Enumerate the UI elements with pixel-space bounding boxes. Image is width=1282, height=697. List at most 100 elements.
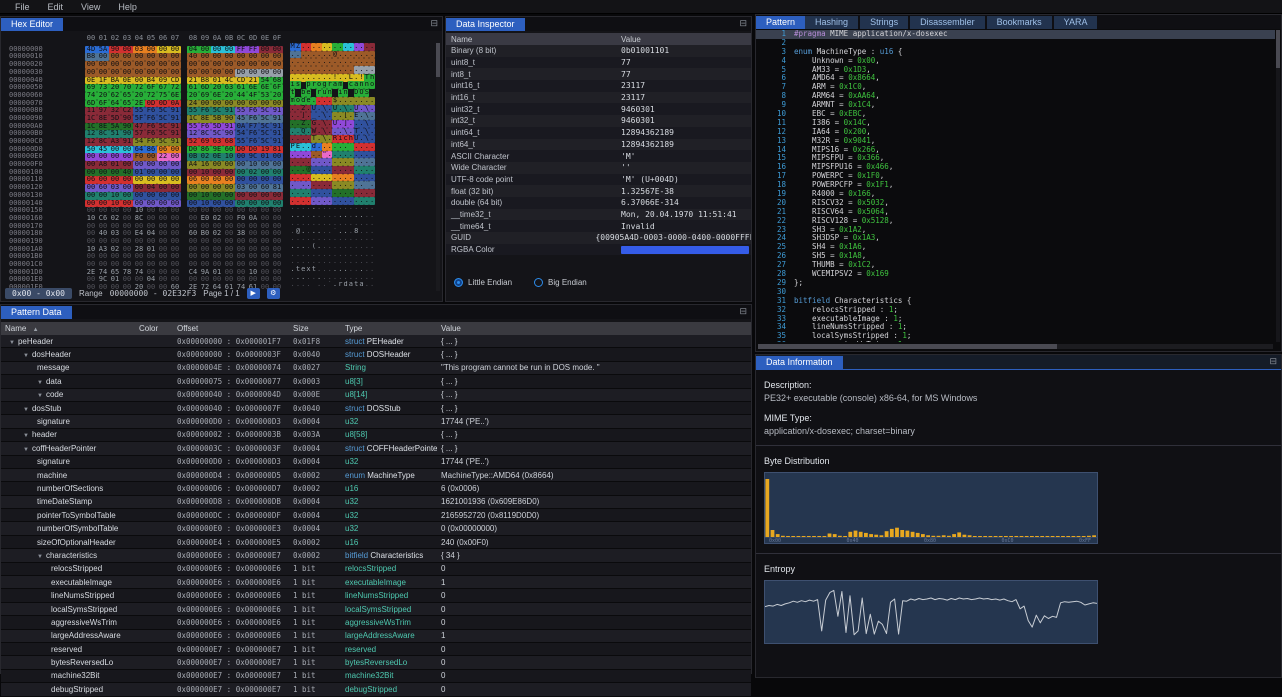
pattern-row[interactable]: signature0x000000D0 : 0x000000D30x0004u3… bbox=[1, 456, 751, 469]
ascii-char[interactable]: . bbox=[316, 97, 321, 105]
ascii-char[interactable]: $ bbox=[332, 97, 337, 105]
ascii-char[interactable]: ` bbox=[332, 228, 337, 236]
hex-row[interactable]: 000000A01C8E5A9047F65C9155F65D910AF75C91… bbox=[1, 120, 375, 128]
inspector-value[interactable]: 'M' (U+004D) bbox=[621, 175, 679, 184]
ascii-char[interactable]: . bbox=[295, 58, 300, 66]
inspector-value[interactable]: Invalid bbox=[621, 222, 655, 231]
pattern-row[interactable]: message0x0000004E : 0x000000740x0027Stri… bbox=[1, 362, 751, 375]
ascii-char[interactable]: h bbox=[348, 135, 353, 143]
ascii-char[interactable]: R bbox=[332, 135, 337, 143]
ascii-char[interactable]: . bbox=[316, 112, 321, 120]
ascii-char[interactable]: . bbox=[369, 189, 374, 197]
ascii-char[interactable]: o bbox=[295, 97, 300, 105]
hex-row[interactable]: 000001D02E74657874000000C49A010000100000… bbox=[1, 266, 375, 274]
ascii-char[interactable]: r bbox=[316, 89, 321, 97]
ascii-char[interactable]: . bbox=[316, 158, 321, 166]
hex-row[interactable]: 0000012000600300000400000000000003006081… bbox=[1, 181, 375, 189]
ascii-char[interactable]: . bbox=[316, 143, 321, 151]
ascii-char[interactable]: . bbox=[332, 258, 337, 266]
pattern-row[interactable]: aggressiveWsTrim0x000000E6 : 0x000000E61… bbox=[1, 616, 751, 629]
tab-pattern[interactable]: Pattern bbox=[756, 16, 805, 29]
ascii-char[interactable]: @ bbox=[295, 228, 300, 236]
ascii-char[interactable]: . bbox=[332, 58, 337, 66]
hex-row[interactable]: 0000017000000000000000000000000000000000… bbox=[1, 220, 375, 228]
ascii-char[interactable]: . bbox=[295, 235, 300, 243]
pattern-row[interactable]: numberOfSymbolTable0x000000E0 : 0x000000… bbox=[1, 522, 751, 535]
ascii-char[interactable]: . bbox=[316, 235, 321, 243]
ascii-char[interactable]: . bbox=[348, 112, 353, 120]
ascii-char[interactable]: . bbox=[316, 43, 321, 51]
ascii-char[interactable]: . bbox=[295, 151, 300, 159]
ascii-char[interactable]: . bbox=[348, 243, 353, 251]
ascii-char[interactable]: . bbox=[316, 181, 321, 189]
ascii-char[interactable]: . bbox=[316, 74, 321, 82]
ascii-char[interactable]: e bbox=[306, 89, 311, 97]
ascii-char[interactable]: . bbox=[369, 58, 374, 66]
settings-button[interactable]: ⚙ bbox=[267, 288, 280, 299]
ascii-char[interactable]: . bbox=[295, 120, 300, 128]
pattern-row[interactable]: debugStripped0x000000E7 : 0x000000E71 bi… bbox=[1, 683, 751, 696]
ascii-char[interactable]: c bbox=[348, 81, 353, 89]
expand-arrow-icon[interactable]: ▼ bbox=[9, 340, 15, 346]
ascii-char[interactable]: . bbox=[332, 220, 337, 228]
ascii-char[interactable]: . bbox=[295, 166, 300, 174]
pattern-row[interactable]: executableImage0x000000E6 : 0x000000E61 … bbox=[1, 576, 751, 589]
hex-row[interactable]: 000001B000000000000000000000000000000000… bbox=[1, 251, 375, 259]
ascii-char[interactable]: . bbox=[348, 174, 353, 182]
ascii-char[interactable]: . bbox=[295, 204, 300, 212]
pattern-row[interactable]: pointerToSymbolTable0x000000DC : 0x00000… bbox=[1, 509, 751, 522]
pattern-row[interactable]: machine0x000000D4 : 0x000000D50x0002enum… bbox=[1, 469, 751, 482]
ascii-char[interactable]: . bbox=[369, 112, 374, 120]
inspector-row[interactable]: __time32_tMon, 20.04.1970 11:51:41 bbox=[446, 209, 751, 221]
inspector-value[interactable]: 1.32567E-38 bbox=[621, 187, 674, 196]
ascii-char[interactable]: . bbox=[369, 66, 374, 74]
ascii-char[interactable]: . bbox=[316, 274, 321, 282]
ascii-char[interactable]: n bbox=[343, 89, 348, 97]
ascii-char[interactable]: . bbox=[316, 266, 321, 274]
pattern-data-col-name[interactable]: Name ▲ bbox=[1, 324, 135, 333]
ascii-char[interactable]: . bbox=[316, 212, 321, 220]
inspector-value[interactable]: 0b01001101 bbox=[621, 46, 669, 55]
pattern-row[interactable]: sizeOfOptionalHeader0x000000E4 : 0x00000… bbox=[1, 536, 751, 549]
ascii-char[interactable]: . bbox=[369, 235, 374, 243]
ascii-char[interactable]: . bbox=[348, 204, 353, 212]
ascii-char[interactable]: . bbox=[295, 212, 300, 220]
tab-hashing[interactable]: Hashing bbox=[805, 16, 858, 29]
ascii-char[interactable]: . bbox=[316, 51, 321, 59]
hex-row[interactable]: 0000002000000000000000000000000000000000… bbox=[1, 58, 375, 66]
menu-edit[interactable]: Edit bbox=[39, 2, 73, 12]
code-line[interactable]: 28 WCEMIPSV2 = 0x169 bbox=[756, 270, 1275, 279]
ascii-char[interactable]: . bbox=[295, 128, 300, 136]
ascii-char[interactable]: . bbox=[316, 251, 321, 259]
expand-arrow-icon[interactable]: ▼ bbox=[37, 393, 43, 399]
ascii-char[interactable]: . bbox=[332, 197, 337, 205]
inspector-row[interactable]: UTF-8 code point'M' (U+004D) bbox=[446, 174, 751, 186]
ascii-char[interactable]: . bbox=[348, 189, 353, 197]
code-line[interactable]: 36 aggressiveWsTrim : 1; bbox=[756, 341, 1275, 342]
ascii-char[interactable]: . bbox=[332, 204, 337, 212]
pattern-row[interactable]: relocsStripped0x000000E6 : 0x000000E61 b… bbox=[1, 563, 751, 576]
ascii-char[interactable]: . bbox=[316, 258, 321, 266]
inspector-value[interactable]: {00905A4D-0003-0000-0400-0000FFFF0000} bbox=[595, 233, 751, 242]
ascii-char[interactable]: . bbox=[348, 258, 353, 266]
pattern-row[interactable]: ▼dosStub0x00000040 : 0x0000007F0x0040str… bbox=[1, 402, 751, 415]
inspector-row[interactable]: RGBA Color bbox=[446, 244, 751, 256]
inspector-value[interactable]: 12894362189 bbox=[621, 140, 674, 149]
tab-data-inspector[interactable]: Data Inspector bbox=[446, 18, 525, 31]
ascii-char[interactable]: . bbox=[332, 281, 337, 289]
pattern-row[interactable]: ▼dosHeader0x00000000 : 0x0000003F0x0040s… bbox=[1, 348, 751, 361]
pattern-data-col-size[interactable]: Size bbox=[289, 324, 341, 333]
inspector-value[interactable]: '' bbox=[621, 163, 631, 172]
inspector-row[interactable]: int8_t77 bbox=[446, 68, 751, 80]
hex-row[interactable]: 0000016010C602008C00000000E00200F00A0000… bbox=[1, 212, 375, 220]
ascii-char[interactable]: . bbox=[369, 266, 374, 274]
ascii-char[interactable]: . bbox=[369, 197, 374, 205]
ascii-char[interactable]: . bbox=[332, 235, 337, 243]
inspector-value[interactable]: 12894362189 bbox=[621, 128, 674, 137]
expand-arrow-icon[interactable]: ▼ bbox=[37, 554, 43, 560]
ascii-char[interactable]: a bbox=[332, 81, 337, 89]
ascii-char[interactable]: a bbox=[348, 281, 353, 289]
expand-arrow-icon[interactable]: ▼ bbox=[23, 433, 29, 439]
ascii-char[interactable]: . bbox=[332, 151, 337, 159]
hex-row[interactable]: 0000015000000000100000000000000000000000… bbox=[1, 204, 375, 212]
